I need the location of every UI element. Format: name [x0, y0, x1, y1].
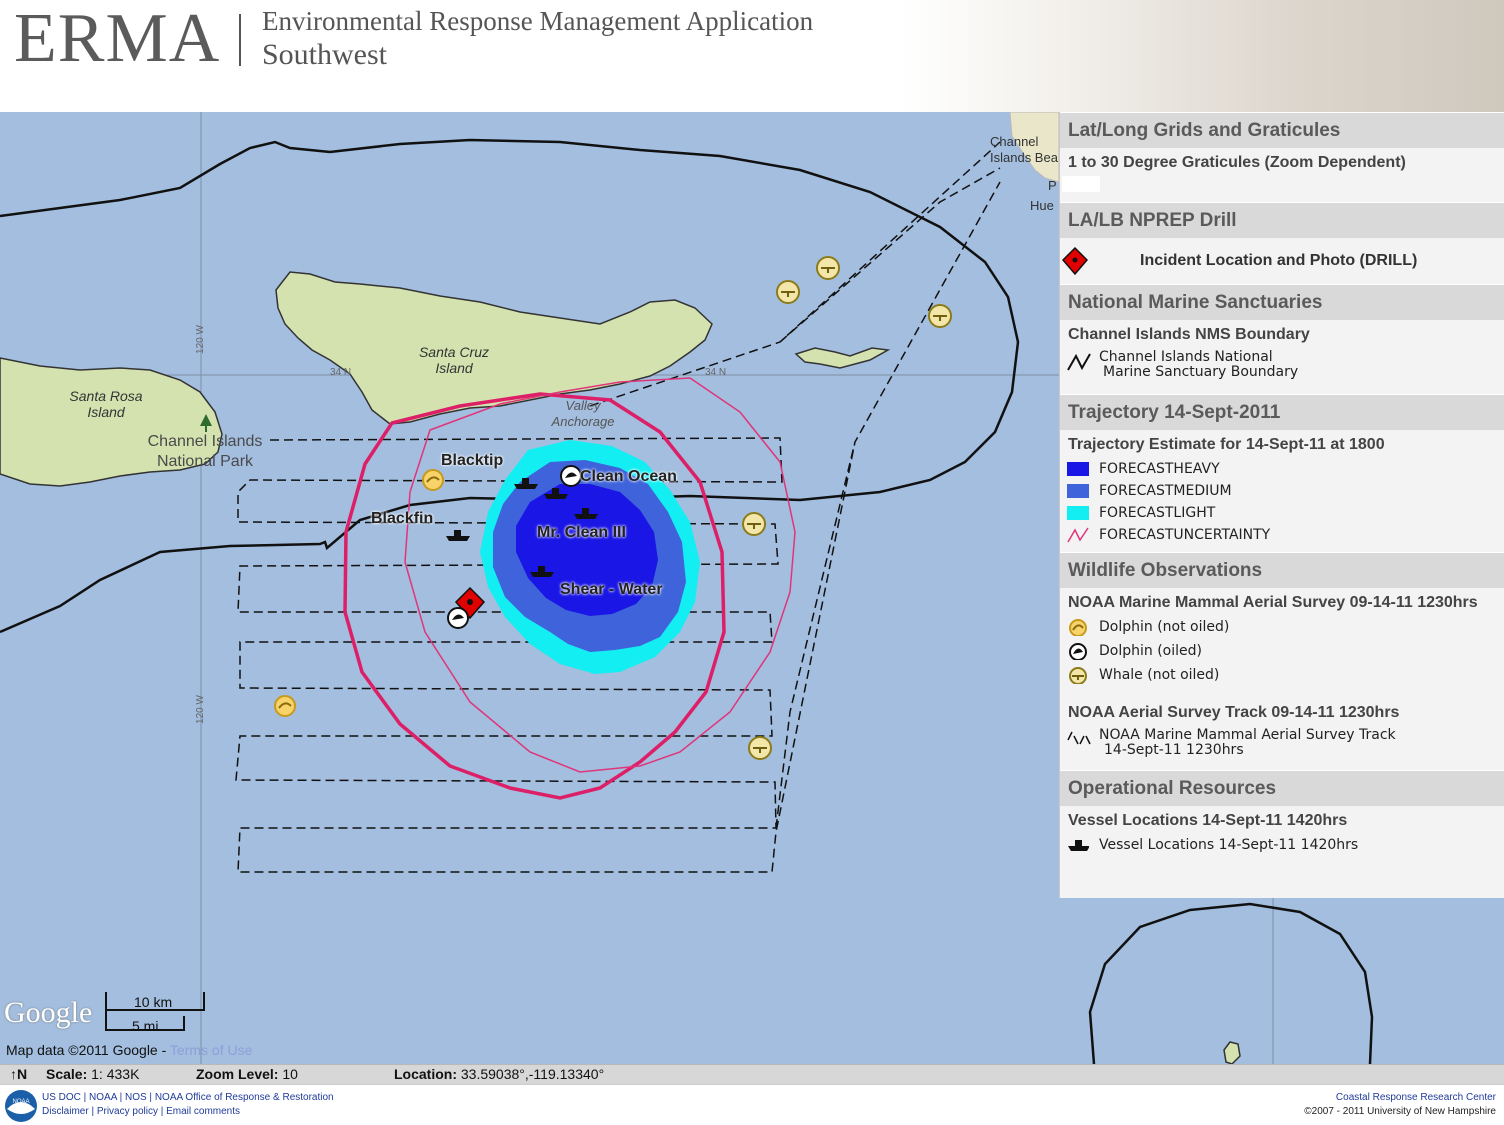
status-bar: ↑N Scale: 1: 433K Zoom Level: 10 Locatio…: [0, 1064, 1504, 1084]
vessel-label-clean-ocean: Clean Ocean: [580, 468, 677, 485]
scale-mi-label: 5 mi: [132, 1018, 159, 1034]
survey-track-label: NOAA Marine Mammal Aerial Survey Track 1…: [1099, 727, 1396, 758]
vessel-label-blackfin: Blackfin: [371, 510, 434, 527]
forecast-heavy-swatch: [1067, 462, 1089, 476]
legend-row-vessels: Vessel Locations 14-Sept-11 1420hrs: [1060, 834, 1504, 856]
vessel-legend-icon: [1068, 840, 1089, 851]
legend-row-sanctuary-boundary: Channel Islands National Marine Sanctuar…: [1060, 344, 1504, 394]
lat-label-right: 34 N: [705, 367, 727, 378]
whale-not-oiled-marker: [928, 304, 952, 328]
north-arrow-icon: ↑N: [10, 1066, 28, 1082]
coast-hue-label: Hue: [1030, 198, 1054, 213]
footer-links-line1[interactable]: US DOC | NOAA | NOS | NOAA Office of Res…: [42, 1091, 334, 1105]
noaa-logo-icon[interactable]: NOAA: [4, 1089, 38, 1123]
legend-panel[interactable]: Lat/Long Grids and Graticules 1 to 30 De…: [1059, 112, 1504, 898]
legend-section-wildlife[interactable]: Wildlife Observations: [1060, 552, 1504, 588]
survey-track-icon: [1067, 731, 1091, 745]
app-header: ERMA Environmental Response Management A…: [0, 0, 1504, 112]
footer: NOAA US DOC | NOAA | NOS | NOAA Office o…: [0, 1084, 1504, 1125]
legend-sub-survey-track: NOAA Aerial Survey Track 09-14-11 1230hr…: [1068, 704, 1400, 721]
app-title: Environmental Response Management Applic…: [262, 6, 814, 36]
legend-section-operational[interactable]: Operational Resources: [1060, 770, 1504, 806]
erma-logo-text: ERMA: [14, 0, 221, 77]
map-canvas[interactable]: Santa Cruz Island Santa Rosa Island Vall…: [0, 112, 1504, 1064]
footer-links-line2[interactable]: Disclaimer | Privacy policy | Email comm…: [42, 1105, 334, 1119]
footer-credits: Coastal Response Research Center ©2007 -…: [1304, 1091, 1496, 1119]
footer-links[interactable]: US DOC | NOAA | NOS | NOAA Office of Res…: [42, 1091, 334, 1119]
terms-of-use-link[interactable]: Terms of Use: [170, 1042, 252, 1058]
lat-label-left: 34 N: [330, 367, 352, 378]
coast-p-label: P: [1048, 178, 1057, 193]
legend-row-forecast-medium: FORECASTMEDIUM: [1060, 480, 1504, 502]
legend-section-graticules[interactable]: Lat/Long Grids and Graticules: [1060, 112, 1504, 148]
whale-not-oiled-marker: [742, 512, 766, 536]
svg-text:NOAA: NOAA: [12, 1099, 29, 1105]
legend-row-survey-track: NOAA Marine Mammal Aerial Survey Track 1…: [1060, 722, 1504, 770]
dolphin-not-oiled-marker: [274, 695, 296, 717]
zoom-readout: Zoom Level: 10: [196, 1066, 298, 1082]
small-island: [1223, 1041, 1241, 1064]
forecast-light-swatch: [1067, 506, 1089, 520]
incident-location-label: Incident Location and Photo (DRILL): [1140, 252, 1418, 269]
dolphin-oiled-marker: [560, 465, 582, 487]
vessel-label-blacktip: Blacktip: [441, 452, 504, 469]
scale-readout: Scale: 1: 433K: [46, 1066, 140, 1082]
santa-rosa-island-label: Santa Rosa Island: [69, 388, 143, 420]
coast-town-label: Channel Islands Bea: [990, 134, 1058, 165]
scale-km-label: 10 km: [134, 994, 173, 1010]
legend-row-incident: Incident Location and Photo (DRILL): [1060, 238, 1504, 284]
location-readout: Location: 33.59038°,-119.13340°: [394, 1066, 605, 1082]
park-label: Channel Islands National Park: [147, 433, 263, 470]
incident-location-icon: [1062, 246, 1088, 276]
scale-bar: 10 km 5 mi: [104, 990, 206, 1040]
legend-sub-sanctuaries: Channel Islands NMS Boundary: [1068, 326, 1310, 343]
boundary-line-icon: [1067, 353, 1091, 371]
map-data-text: Map data ©2011 Google -: [6, 1042, 167, 1058]
whale-not-oiled-marker: [776, 280, 800, 304]
forecast-uncertainty-icon: [1067, 527, 1089, 543]
sanctuary-boundary-label: Channel Islands National Marine Sanctuar…: [1099, 349, 1299, 380]
whale-not-oiled-marker: [816, 256, 840, 280]
google-logo[interactable]: Google: [4, 996, 92, 1030]
legend-sub-wildlife: NOAA Marine Mammal Aerial Survey 09-14-1…: [1068, 594, 1478, 611]
santa-cruz-island-label: Santa Cruz Island: [418, 344, 490, 376]
anacapa-island: [794, 347, 891, 369]
dolphin-oiled-icon: [1069, 643, 1087, 660]
dolphin-not-oiled-icon: [1069, 619, 1087, 636]
map-data-attribution: Map data ©2011 Google - Terms of Use: [6, 1042, 252, 1058]
erma-logo[interactable]: ERMA: [14, 4, 220, 74]
whale-not-oiled-icon: [1069, 667, 1087, 684]
legend-sub-vessels: Vessel Locations 14-Sept-11 1420hrs: [1068, 812, 1348, 829]
legend-row-dolphin-not-oiled: Dolphin (not oiled): [1060, 616, 1504, 640]
legend-row-forecast-uncertainty: FORECASTUNCERTAINTY: [1060, 524, 1504, 546]
whale-not-oiled-marker: [748, 736, 772, 760]
graticule-swatch: [1062, 176, 1100, 192]
legend-row-forecast-heavy: FORECASTHEAVY: [1060, 458, 1504, 480]
legend-section-sanctuaries[interactable]: National Marine Sanctuaries: [1060, 284, 1504, 320]
vessel-label-mr-clean: Mr. Clean III: [537, 524, 626, 541]
legend-sub-trajectory: Trajectory Estimate for 14-Sept-11 at 18…: [1068, 436, 1385, 453]
dolphin-oiled-marker: [447, 607, 469, 629]
legend-section-trajectory[interactable]: Trajectory 14-Sept-2011: [1060, 394, 1504, 430]
crrc-link[interactable]: Coastal Response Research Center: [1304, 1091, 1496, 1105]
sanctuary-boundary-south: [1088, 902, 1374, 1064]
legend-row-dolphin-oiled: Dolphin (oiled): [1060, 640, 1504, 664]
lon-label-top: 120 W: [194, 325, 206, 354]
valley-anchorage-label: Valley Anchorage: [551, 398, 615, 429]
legend-graticule-swatch-row: [1060, 172, 1504, 202]
legend-sub-graticules: 1 to 30 Degree Graticules (Zoom Dependen…: [1068, 154, 1406, 171]
legend-row-whale-not-oiled: Whale (not oiled): [1060, 664, 1504, 688]
legend-row-forecast-light: FORECASTLIGHT: [1060, 502, 1504, 524]
legend-section-drill[interactable]: LA/LB NPREP Drill: [1060, 202, 1504, 238]
vessel-label-shear-water: Shear - Water: [560, 581, 663, 598]
header-divider: [239, 14, 241, 66]
vessel-icon: [446, 530, 470, 541]
dolphin-not-oiled-marker: [422, 469, 444, 491]
copyright-text: ©2007 - 2011 University of New Hampshire: [1304, 1106, 1496, 1117]
lon-label-bottom: 120 W: [194, 695, 206, 724]
forecast-medium-swatch: [1067, 484, 1089, 498]
app-subtitle: Southwest: [262, 38, 388, 71]
